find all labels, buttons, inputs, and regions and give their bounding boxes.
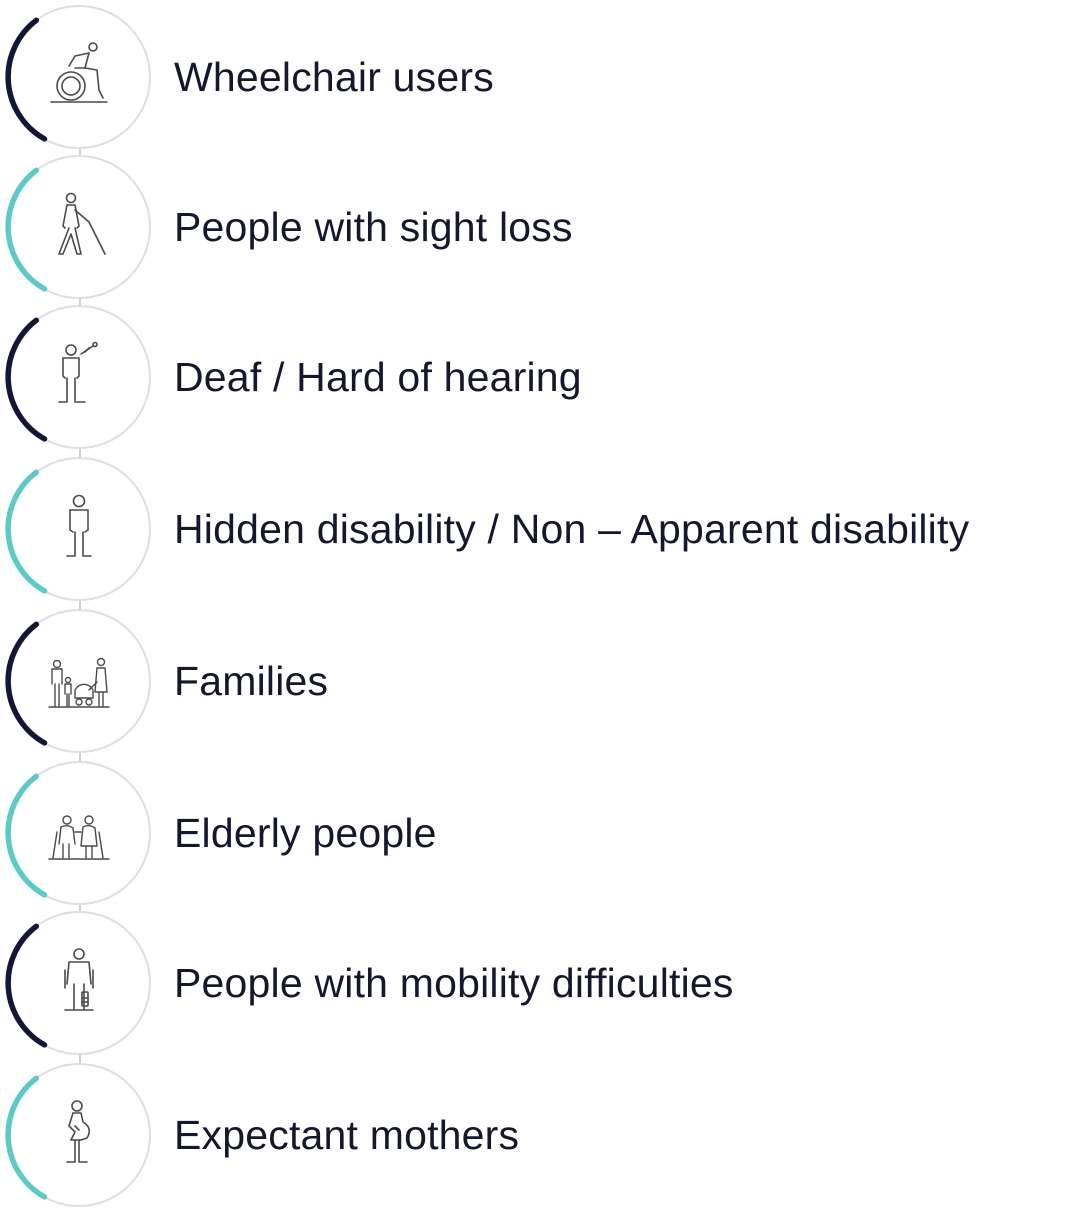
- icon-circle: [5, 608, 152, 754]
- item-label: People with sight loss: [174, 204, 573, 250]
- list-item-families: Families: [0, 604, 1077, 754]
- person-with-crutches-icon: [64, 948, 94, 1011]
- audience-list-diagram: Wheelchair users People with sight loss: [0, 0, 1077, 1207]
- list-item-expectant-mothers: Expectant mothers: [0, 1058, 1077, 1208]
- icon-circle: [5, 910, 152, 1056]
- wheelchair-user-icon: [50, 42, 108, 103]
- icon-circle: [5, 304, 152, 450]
- item-label: Wheelchair users: [174, 54, 494, 100]
- item-label: Hidden disability / Non – Apparent disab…: [174, 506, 970, 552]
- pregnant-woman-icon: [66, 1100, 91, 1163]
- item-label: Deaf / Hard of hearing: [174, 354, 582, 400]
- item-label: Families: [174, 658, 329, 704]
- list-item-sight-loss: People with sight loss: [0, 150, 1077, 300]
- list-item-deaf-hard-of-hearing: Deaf / Hard of hearing: [0, 300, 1077, 450]
- person-with-hearing-aid-icon: [58, 341, 98, 403]
- list-item-mobility-difficulties: People with mobility difficulties: [0, 906, 1077, 1056]
- standing-person-icon: [66, 494, 92, 557]
- icon-circle: [5, 760, 152, 906]
- icon-circle: [5, 1062, 152, 1208]
- list-item-hidden-disability: Hidden disability / Non – Apparent disab…: [0, 452, 1077, 602]
- family-with-pram-icon: [48, 657, 110, 708]
- item-label: Expectant mothers: [174, 1112, 520, 1158]
- icon-circle: [5, 4, 152, 150]
- list-item-elderly-people: Elderly people: [0, 756, 1077, 906]
- item-label: Elderly people: [174, 810, 437, 856]
- icon-circle: [5, 154, 152, 300]
- elderly-couple-icon: [48, 815, 110, 860]
- icon-circle: [5, 456, 152, 602]
- person-with-white-cane-icon: [58, 192, 106, 255]
- item-label: People with mobility difficulties: [174, 960, 734, 1006]
- list-item-wheelchair-users: Wheelchair users: [0, 0, 1077, 150]
